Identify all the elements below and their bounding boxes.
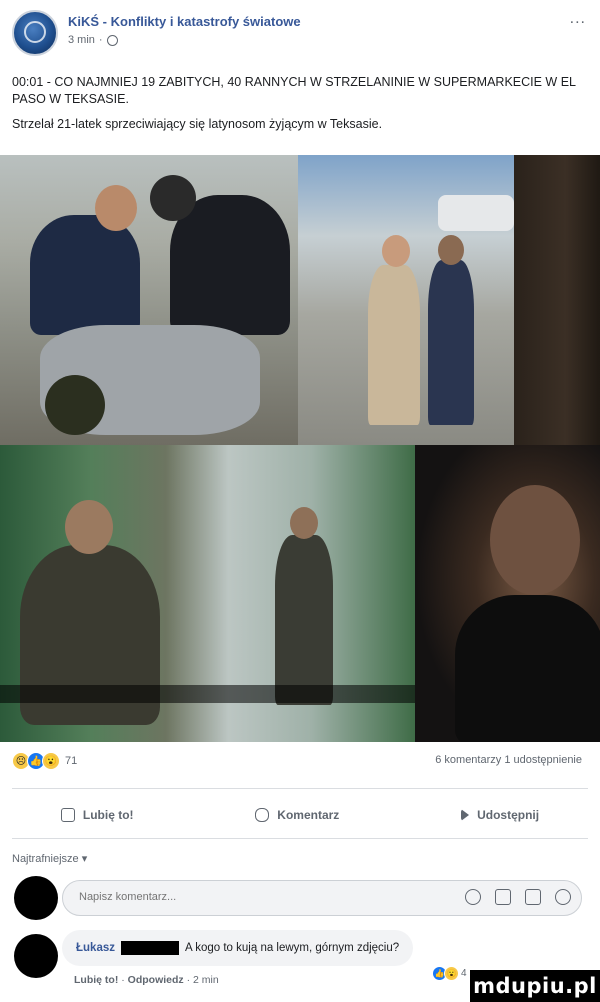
comment-composer xyxy=(14,876,584,922)
wow-emoji-icon: 😮 xyxy=(42,752,60,770)
divider xyxy=(12,838,588,839)
commenter-avatar[interactable] xyxy=(14,934,58,978)
parked-car xyxy=(438,195,514,231)
share-icon xyxy=(461,809,470,821)
post-text: 00:01 - CO NAJMNIEJ 19 ZABITYCH, 40 RANN… xyxy=(12,74,582,141)
shooter-head xyxy=(65,500,113,554)
comment-author-link[interactable]: Łukasz xyxy=(76,942,115,954)
cap-head xyxy=(150,175,196,221)
officer-figure xyxy=(428,260,474,425)
post-text-line: 00:01 - CO NAJMNIEJ 19 ZABITYCH, 40 RANN… xyxy=(12,75,576,106)
share-button[interactable]: Udostępnij xyxy=(461,808,539,822)
photo-arrest-scene[interactable] xyxy=(0,155,298,445)
comment-reaction-count: 4 xyxy=(461,968,467,979)
share-label: Udostępnij xyxy=(477,808,540,822)
person-head xyxy=(382,235,410,267)
comment-bubble: Łukasz A kogo to kują na lewym, górnym z… xyxy=(62,930,414,966)
like-label: Lubię to! xyxy=(82,808,134,822)
person-figure xyxy=(368,265,420,425)
comment-input[interactable] xyxy=(77,890,421,904)
shooter-figure-far xyxy=(275,535,333,705)
comment-icon xyxy=(255,808,270,822)
shooter-head-far xyxy=(290,507,318,539)
post-text-line: Strzelał 21-latek sprzeciwiający się lat… xyxy=(12,117,383,131)
suspect-head xyxy=(490,485,580,595)
comment-input-box[interactable] xyxy=(62,880,582,916)
photo-collage[interactable] xyxy=(0,155,600,742)
suspect-body xyxy=(455,595,600,742)
photo-cctv-shooter[interactable] xyxy=(0,445,415,742)
post-header: KiKŚ - Konflikty i katastrofy światowe 3… xyxy=(0,0,600,62)
cctv-bar xyxy=(0,685,415,703)
photo-pillar xyxy=(514,155,600,445)
photo-suspect-portrait[interactable] xyxy=(415,445,600,742)
detained-head xyxy=(45,375,105,435)
photo-street-scene[interactable] xyxy=(298,155,514,445)
emoji-icon[interactable] xyxy=(465,889,481,905)
page-name-link[interactable]: KiKŚ - Konflikty i katastrofy światowe xyxy=(68,14,301,29)
page-avatar[interactable] xyxy=(12,10,58,56)
composer-icons xyxy=(465,889,571,905)
officer-figure xyxy=(170,195,290,335)
comment-label: Komentarz xyxy=(277,808,340,822)
thumbs-up-icon xyxy=(60,808,75,822)
globe-icon xyxy=(106,34,118,46)
comment-time[interactable]: 2 min xyxy=(193,974,219,986)
post-meta: 3 min · xyxy=(68,34,118,46)
more-options-icon[interactable]: ... xyxy=(570,10,586,28)
like-button[interactable]: Lubię to! xyxy=(60,808,134,822)
officer-head xyxy=(438,235,464,265)
post-actions: Lubię to! Komentarz Udostępnij xyxy=(0,800,600,830)
comment-button[interactable]: Komentarz xyxy=(255,808,339,822)
divider xyxy=(12,788,588,789)
sticker-icon[interactable] xyxy=(555,889,571,905)
watermark-logo: mdupiu.pl xyxy=(470,970,600,1002)
redacted-name xyxy=(121,941,179,955)
comment-reply-link[interactable]: Odpowiedz xyxy=(128,974,184,986)
user-avatar[interactable] xyxy=(14,876,58,920)
comment-actions: Lubię to! · Odpowiedz · 2 min xyxy=(74,974,219,986)
officer-head xyxy=(95,185,137,231)
reaction-count: 71 xyxy=(65,755,78,767)
wow-emoji-icon: 😮 xyxy=(444,966,459,981)
comment-like-link[interactable]: Lubię to! xyxy=(74,974,118,986)
officer-figure xyxy=(30,215,140,335)
post-time[interactable]: 3 min xyxy=(68,34,95,46)
camera-icon[interactable] xyxy=(495,889,511,905)
comment-sort-dropdown[interactable]: Najtrafniejsze ▾ xyxy=(12,852,87,865)
comment-reactions[interactable]: 👍 😮 4 xyxy=(432,966,467,981)
comment-text: A kogo to kują na lewym, górnym zdjęciu? xyxy=(185,942,400,954)
gif-icon[interactable] xyxy=(525,889,541,905)
comments-shares-count[interactable]: 6 komentarzy 1 udostępnienie xyxy=(435,754,582,766)
reaction-summary[interactable]: ☹ 👍 😮 71 xyxy=(12,752,77,770)
